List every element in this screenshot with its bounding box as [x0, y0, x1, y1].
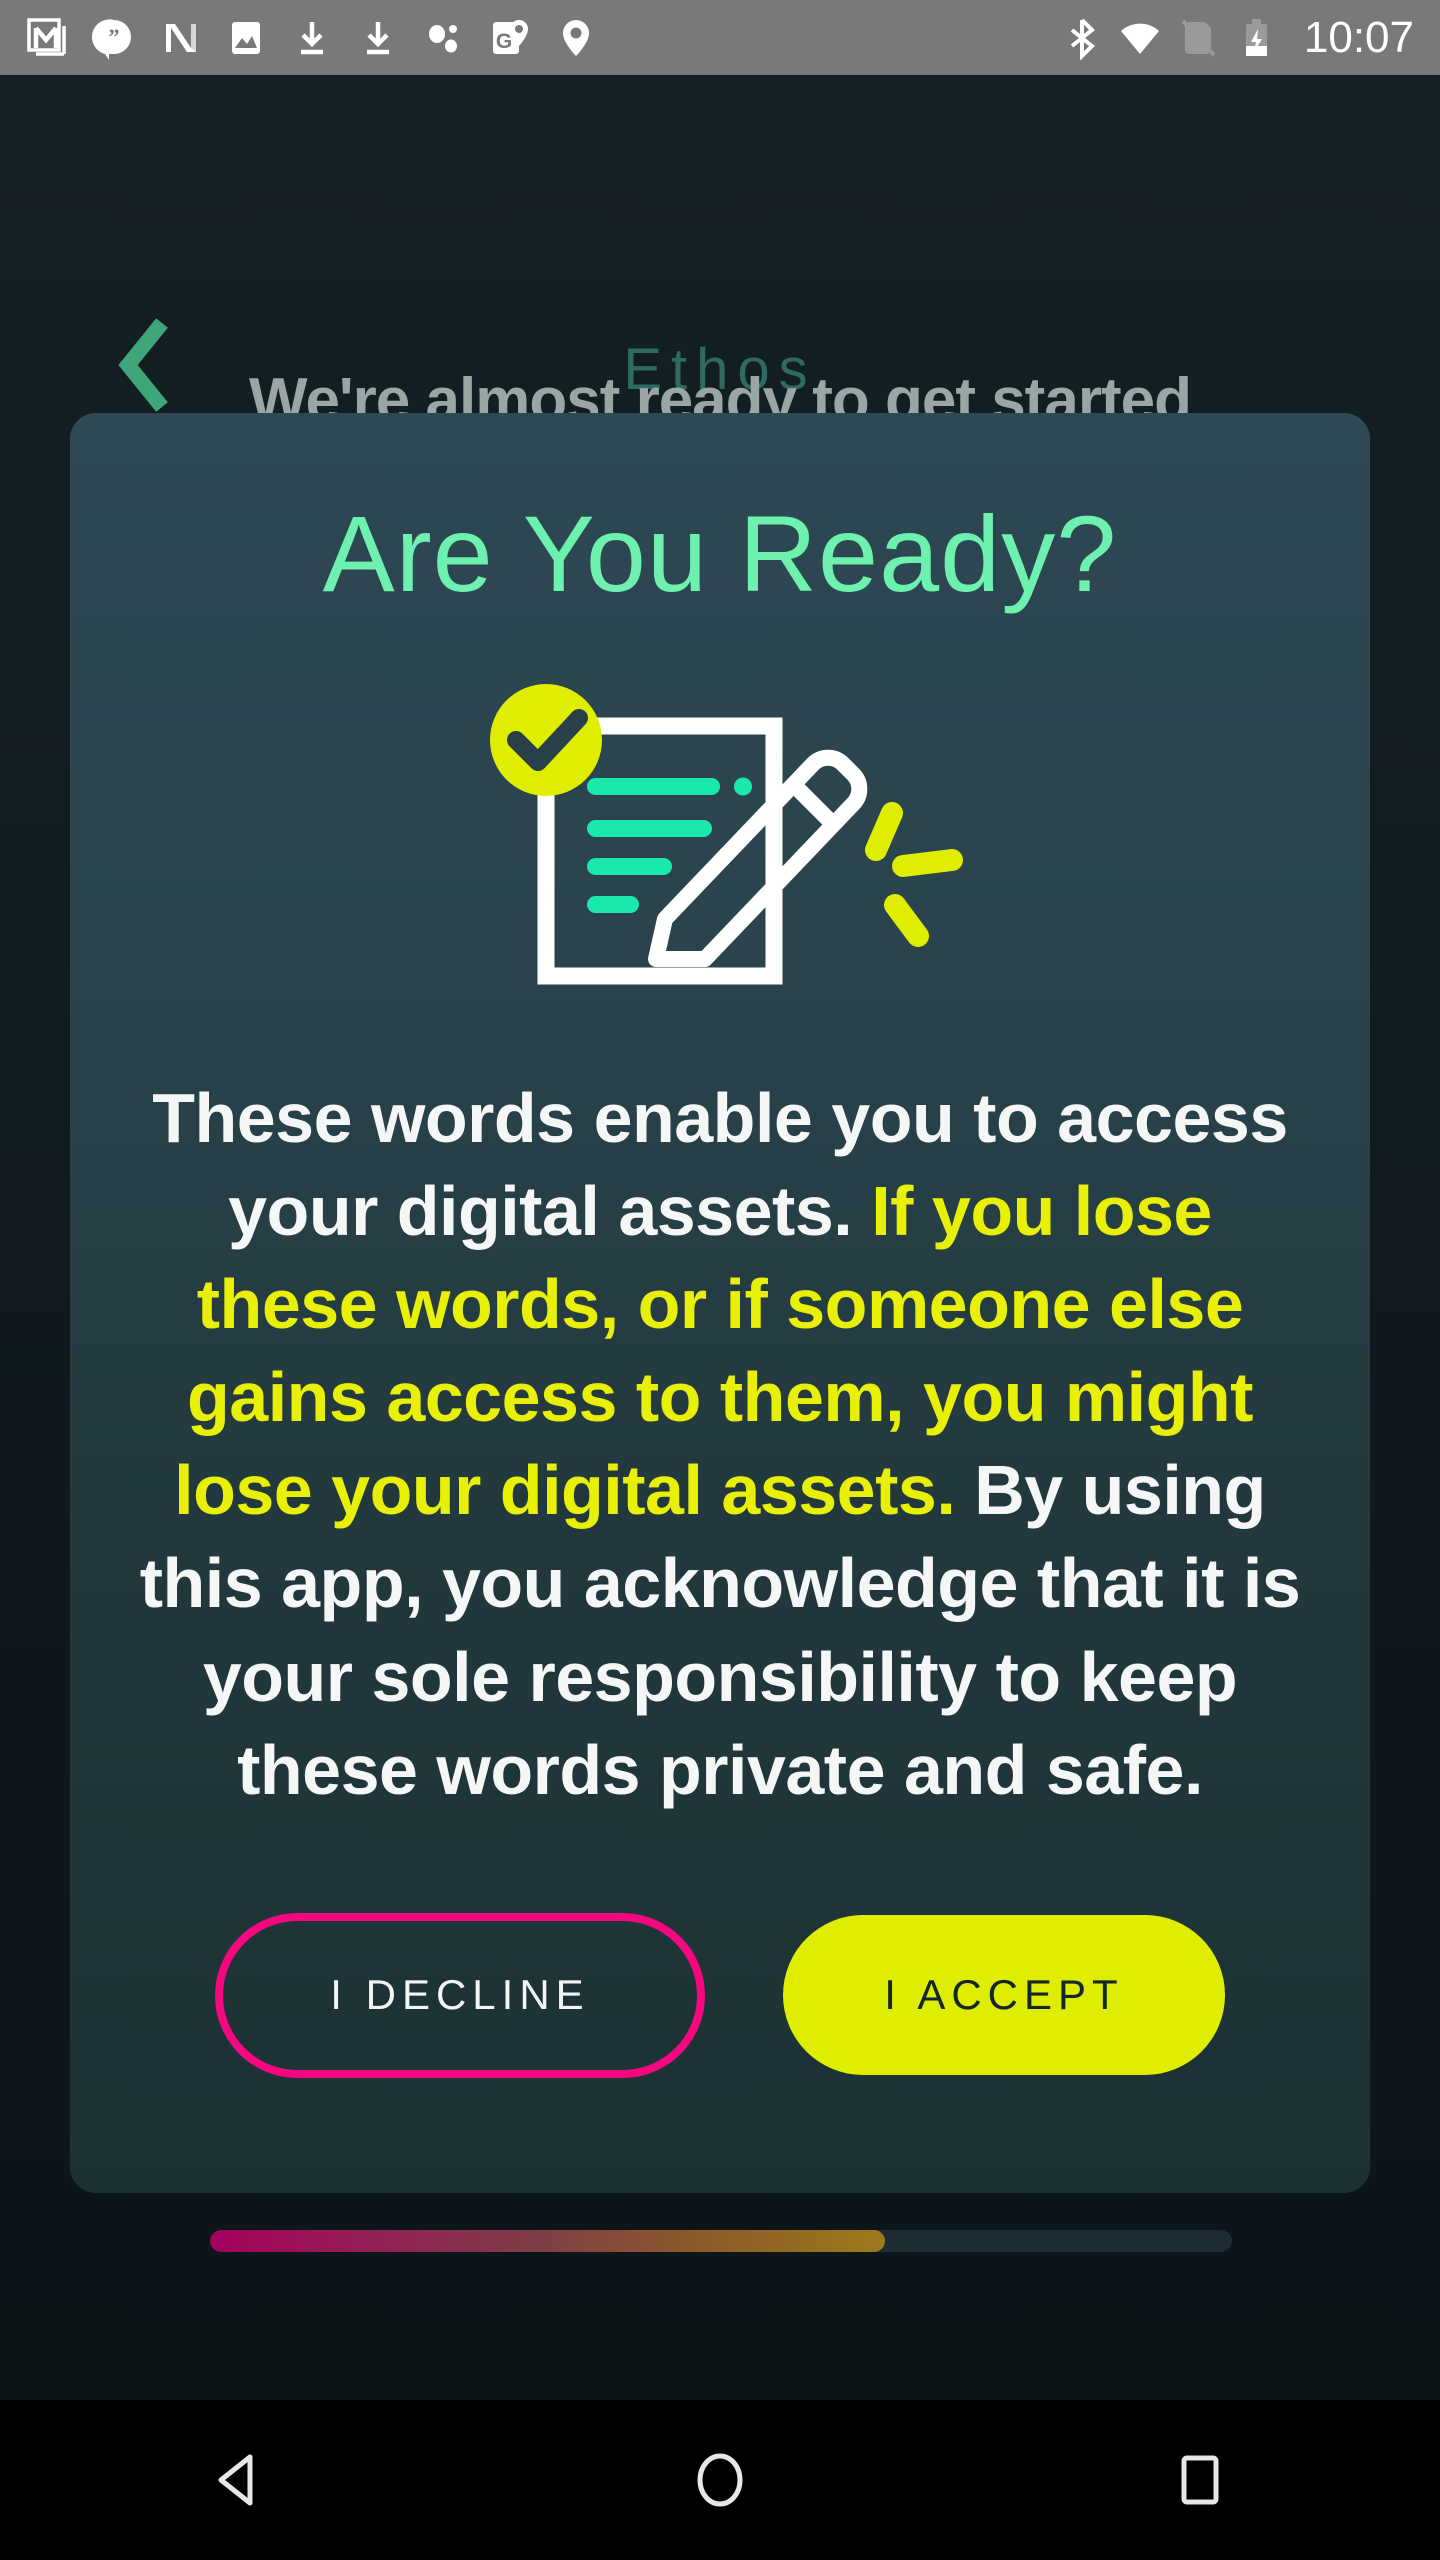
status-bar-clock: 10:07 [1303, 12, 1414, 62]
download-icon-1 [290, 16, 334, 60]
battery-charging-icon [1234, 16, 1278, 60]
app-content-area: Ethos We're almost ready to get started … [0, 75, 1440, 2400]
back-triangle-icon [218, 2454, 253, 2506]
download-icon-2 [356, 16, 400, 60]
are-you-ready-modal: Are You Ready? These words enable you to… [70, 413, 1370, 2193]
bluetooth-icon [1060, 16, 1104, 61]
recents-square-icon [1181, 2455, 1219, 2505]
hangouts-icon: ” [91, 16, 136, 60]
phone-screen: Ethos We're almost ready to get started … [0, 0, 1440, 2560]
location-pin-icon [554, 16, 598, 60]
photos-icon [224, 16, 268, 60]
nav-home-button[interactable] [645, 2425, 795, 2535]
signed-document-illustration [490, 684, 963, 985]
top-navigation-bar: Ethos [0, 150, 1440, 412]
svg-text:”: ” [109, 24, 120, 49]
modal-title: Are You Ready? [322, 493, 1118, 614]
onboarding-progress-bar [210, 2230, 1232, 2252]
nav-back-button[interactable] [165, 2425, 315, 2535]
android-navigation-bar [0, 2400, 1440, 2560]
warning-body-text: These words enable you to access your di… [132, 1072, 1308, 1817]
android-status-bar: ” G 10:07 [0, 0, 1440, 75]
status-bar-system-icons: 10:07 [1060, 12, 1414, 62]
nav-recents-button[interactable] [1125, 2425, 1275, 2535]
gmail-icon [26, 16, 70, 60]
progress-fill [210, 2230, 885, 2252]
no-sim-icon [1176, 16, 1220, 60]
news-icon [158, 16, 202, 60]
nearby-share-icon [422, 16, 466, 60]
google-maps-pin-icon: G [488, 16, 532, 60]
wifi-icon [1118, 16, 1162, 60]
illustration-container [70, 668, 1370, 1008]
modal-action-row: I DECLINE I ACCEPT [70, 1912, 1370, 2078]
decline-button[interactable]: I DECLINE [215, 1912, 705, 2078]
obscured-background-heading: We're almost ready to get started [249, 366, 1192, 415]
accept-button[interactable]: I ACCEPT [783, 1915, 1225, 2076]
svg-text:G: G [496, 30, 512, 53]
home-circle-icon [697, 2453, 743, 2507]
status-bar-notification-icons: ” G [26, 16, 1060, 60]
